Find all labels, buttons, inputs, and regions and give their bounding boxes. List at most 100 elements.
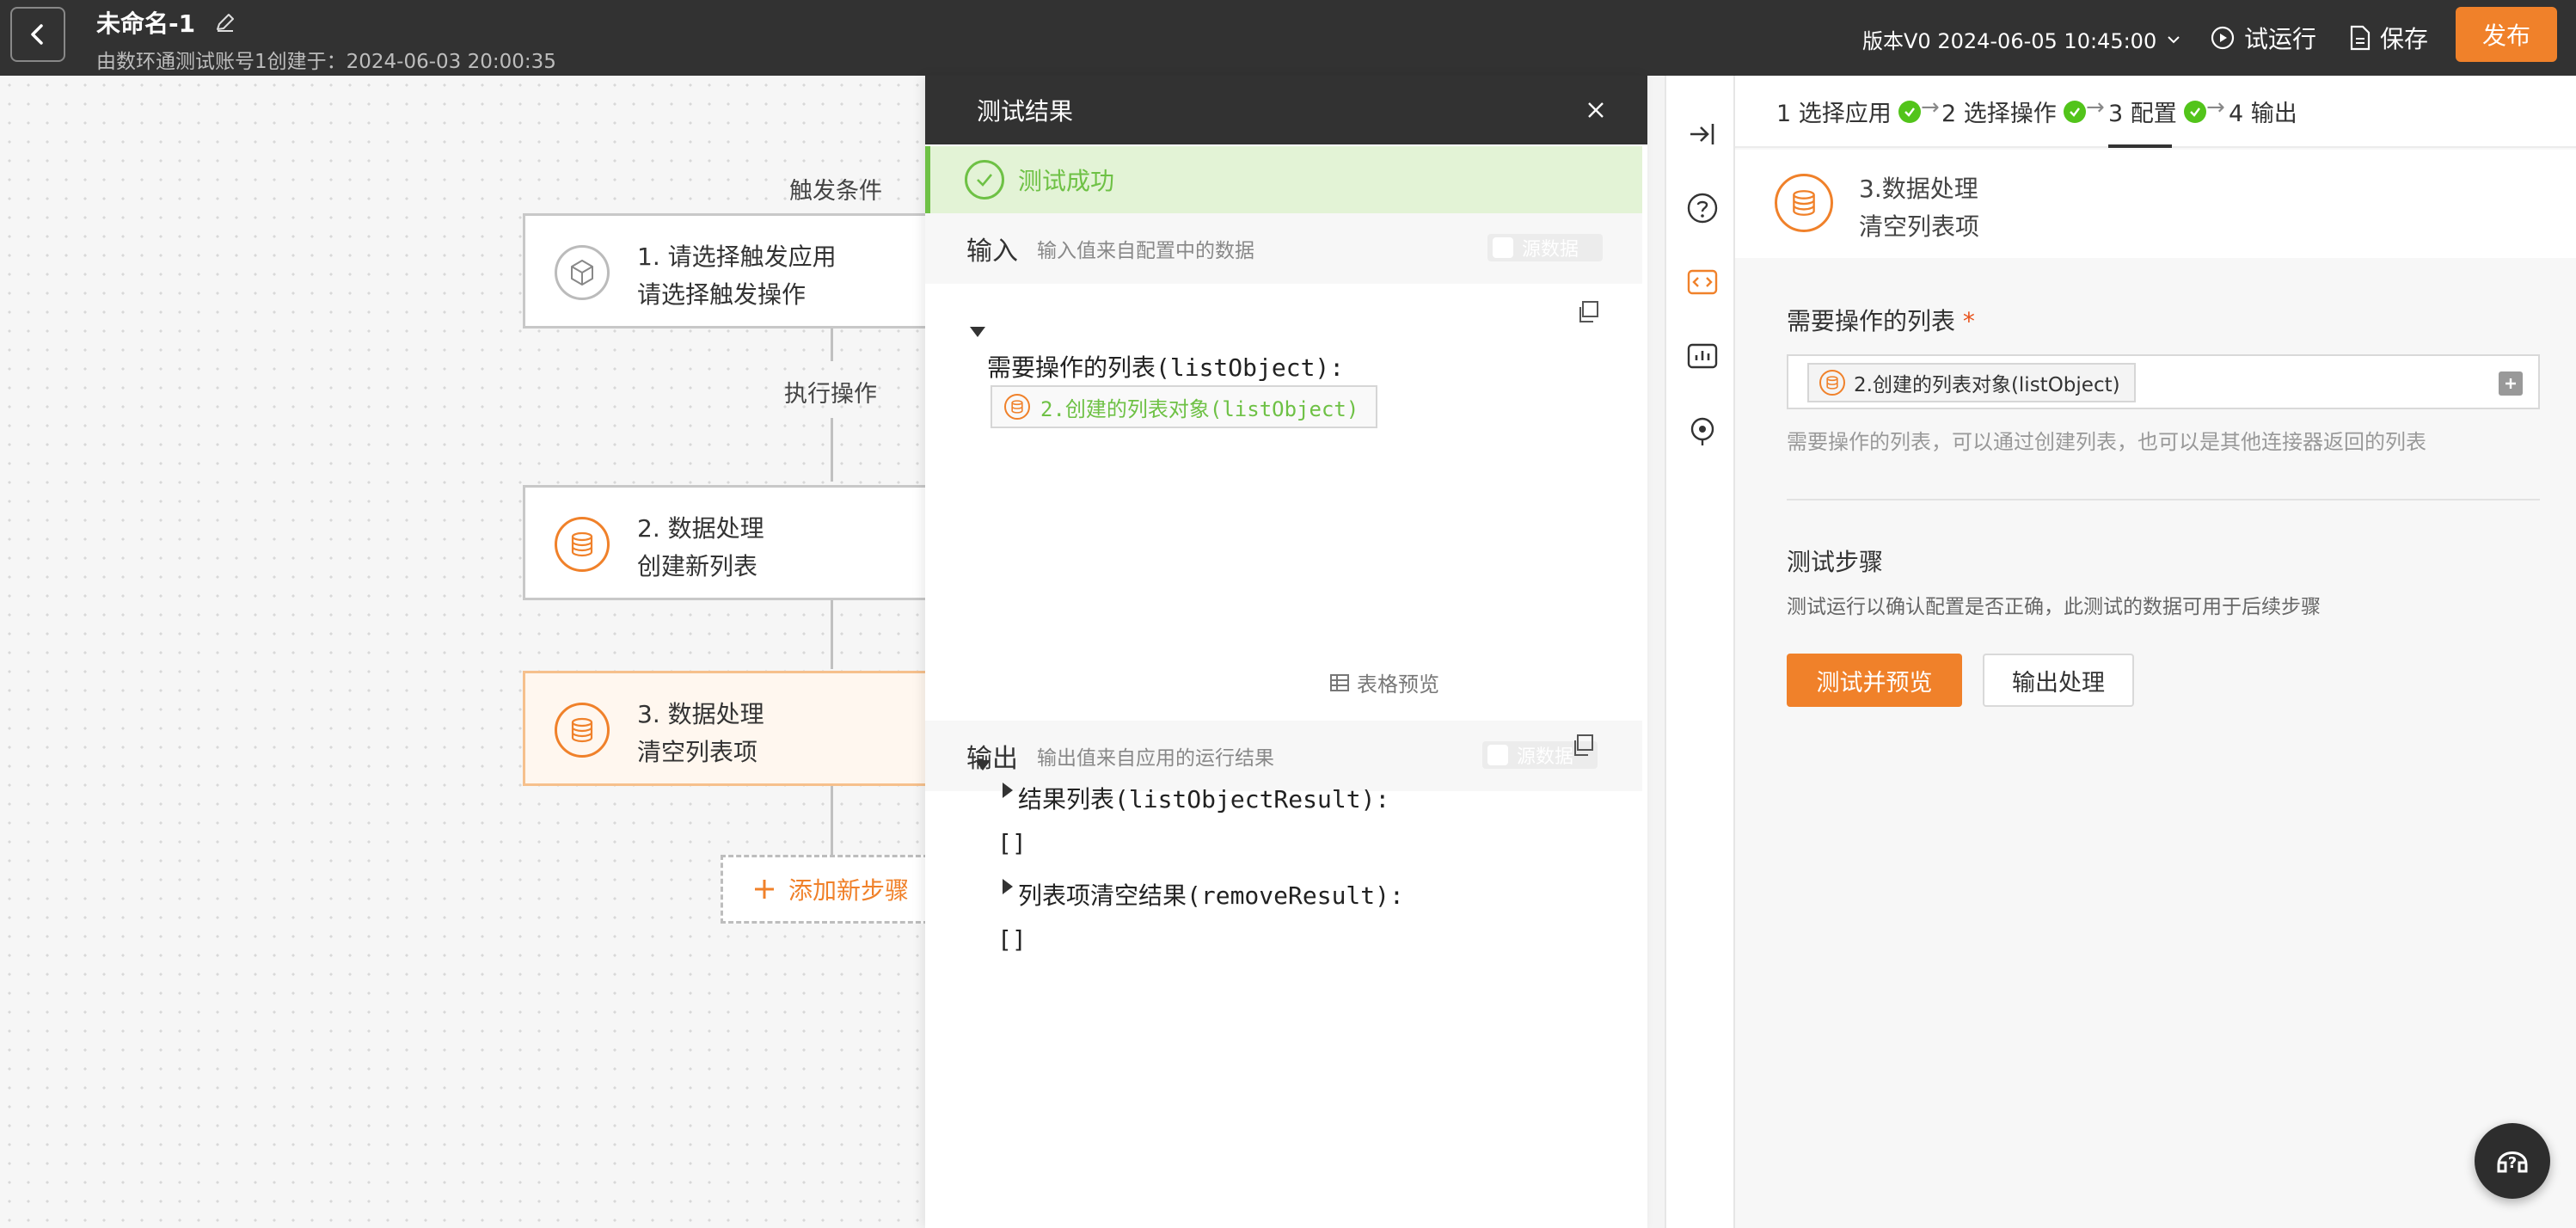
test-run-button[interactable]: 试运行 <box>2210 21 2316 55</box>
toggle-knob <box>1487 745 1508 765</box>
save-button[interactable]: 保存 <box>2349 21 2428 55</box>
panel-header: 测试结果 <box>925 76 1647 144</box>
test-run-label: 试运行 <box>2244 25 2317 53</box>
config-header-subtitle: 清空列表项 <box>1859 212 1980 241</box>
version-select[interactable]: 版本V0 2024-06-05 10:45:00 <box>1862 24 2182 54</box>
help-circle-icon[interactable] <box>1685 191 1720 225</box>
add-variable-icon[interactable] <box>2499 371 2523 396</box>
cube-icon <box>571 260 593 286</box>
connector-line <box>831 418 833 482</box>
output-item-value: [] <box>997 829 1027 857</box>
version-label: 版本V0 2024-06-05 10:45:00 <box>1862 29 2157 53</box>
test-result-panel: 测试结果 测试成功 输入 输入值来自配置中的数据 源数据 需要操作的列表(lis… <box>925 76 1647 1228</box>
success-banner: 测试成功 <box>925 146 1642 213</box>
input-title: 输入 <box>966 236 1018 267</box>
step-tab-3[interactable]: 3 配置 <box>2108 95 2206 128</box>
table-icon <box>1330 673 1349 691</box>
config-header-title: 3.数据处理 <box>1859 175 1978 203</box>
flow-node-trigger[interactable]: 1. 请选择触发应用 请选择触发操作 <box>523 213 929 328</box>
active-step-indicator <box>2108 144 2172 148</box>
input-source-toggle[interactable]: 源数据 <box>1487 234 1603 261</box>
connector-line <box>831 328 833 361</box>
ref-chip-label: 2.创建的列表对象(listObject) <box>1040 396 1359 421</box>
step-label: 1 选择应用 <box>1776 101 1892 127</box>
node-subtitle: 请选择触发操作 <box>637 280 807 309</box>
output-item-key: 列表项清空结果(removeResult): <box>1018 881 1404 910</box>
table-preview-label: 表格预览 <box>1357 672 1439 697</box>
output-item-key: 结果列表(listObjectResult): <box>1018 785 1390 814</box>
output-process-button[interactable]: 输出处理 <box>1983 654 2134 707</box>
list-object-field[interactable]: 2.创建的列表对象(listObject) <box>1787 354 2540 409</box>
table-preview-button[interactable]: 表格预览 <box>1329 667 1439 697</box>
trigger-label: 触发条件 <box>789 178 882 205</box>
check-icon <box>1898 100 1921 123</box>
save-label: 保存 <box>2380 25 2429 53</box>
publish-button[interactable]: 发布 <box>2456 7 2557 62</box>
expand-toggle[interactable] <box>1003 879 1013 894</box>
edit-icon[interactable] <box>213 10 237 34</box>
flow-subtitle: 由数环通测试账号1创建于：2024-06-03 20:00:35 <box>96 51 556 73</box>
field-value-chip[interactable]: 2.创建的列表对象(listObject) <box>1807 363 2136 402</box>
flow-canvas[interactable]: 触发条件 1. 请选择触发应用 请选择触发操作 执行操作 2. 数据处理 创建新… <box>0 76 929 1228</box>
check-circle-icon <box>965 160 1004 200</box>
database-icon <box>1004 394 1030 420</box>
node-icon <box>555 703 610 758</box>
top-header: 未命名-1 由数环通测试账号1创建于：2024-06-03 20:00:35 版… <box>0 0 2576 76</box>
step-tab-2[interactable]: 2 选择操作 <box>1941 95 2086 128</box>
node-title: 2. 数据处理 <box>637 514 764 543</box>
step-tab-4[interactable]: 4 输出 <box>2229 95 2297 128</box>
copy-icon[interactable] <box>1570 733 1596 758</box>
required-mark: * <box>1962 307 1975 335</box>
database-icon <box>1775 174 1833 232</box>
test-step-title: 测试步骤 <box>1787 548 1884 576</box>
toggle-label: 源数据 <box>1522 239 1579 261</box>
chart-icon[interactable] <box>1685 339 1720 373</box>
collapse-toggle[interactable] <box>970 327 985 337</box>
add-step-button[interactable]: 添加新步骤 <box>721 855 929 924</box>
test-preview-button[interactable]: 测试并预览 <box>1787 654 1962 707</box>
arrow-right-icon: → <box>2086 95 2105 120</box>
back-button[interactable] <box>10 7 65 62</box>
database-icon <box>571 531 593 557</box>
field-hint: 需要操作的列表，可以通过创建列表，也可以是其他连接器返回的列表 <box>1787 430 2426 454</box>
copy-icon[interactable] <box>1575 299 1601 325</box>
collapse-panel-icon[interactable] <box>1685 117 1720 151</box>
input-ref-chip: 2.创建的列表对象(listObject) <box>991 385 1377 428</box>
code-icon[interactable] <box>1685 265 1720 299</box>
config-header: 3.数据处理 清空列表项 <box>1735 150 2576 258</box>
connector-line <box>831 600 833 669</box>
test-step-desc: 测试运行以确认配置是否正确，此测试的数据可用于后续步骤 <box>1787 596 2321 618</box>
arrow-right-icon: → <box>2206 95 2225 120</box>
output-item-value: [] <box>997 925 1027 954</box>
field-label: 需要操作的列表 * <box>1787 303 1975 337</box>
input-section-header: 输入 输入值来自配置中的数据 源数据 <box>925 213 1642 284</box>
chip-label: 2.创建的列表对象(listObject) <box>1854 374 2120 396</box>
expand-toggle[interactable] <box>1003 783 1013 798</box>
collapse-toggle[interactable] <box>975 760 991 771</box>
connector-line <box>831 786 833 855</box>
step-label: 3 配置 <box>2108 101 2177 127</box>
database-icon <box>1819 370 1845 396</box>
step-tabs: 1 选择应用 → 2 选择操作 → 3 配置 → 4 输出 <box>1735 76 2576 148</box>
help-fab-button[interactable]: ? <box>2475 1123 2550 1199</box>
svg-text:?: ? <box>2508 1154 2517 1172</box>
location-icon[interactable] <box>1685 414 1720 449</box>
step-tab-1[interactable]: 1 选择应用 <box>1776 95 1921 128</box>
database-icon <box>571 717 593 743</box>
node-subtitle: 创建新列表 <box>637 552 758 580</box>
check-icon <box>2183 100 2206 123</box>
status-text: 测试成功 <box>1018 167 1115 195</box>
field-label-text: 需要操作的列表 <box>1787 307 1956 335</box>
arrow-right-icon: → <box>1921 95 1940 120</box>
check-icon <box>2063 100 2086 123</box>
node-icon <box>555 245 610 300</box>
config-panel: 1 选择应用 → 2 选择操作 → 3 配置 → 4 输出 3.数据处理 清空列… <box>1735 76 2576 1228</box>
close-icon[interactable] <box>1584 98 1608 122</box>
action-label: 执行操作 <box>784 381 877 408</box>
flow-node-create-list[interactable]: 2. 数据处理 创建新列表 <box>523 485 929 600</box>
flow-node-clear-list[interactable]: 3. 数据处理 清空列表项 <box>523 671 929 786</box>
document-icon <box>2350 25 2371 51</box>
output-title: 输出 <box>966 744 1018 774</box>
toggle-label: 源数据 <box>1517 746 1574 768</box>
node-title: 1. 请选择触发应用 <box>637 243 837 271</box>
